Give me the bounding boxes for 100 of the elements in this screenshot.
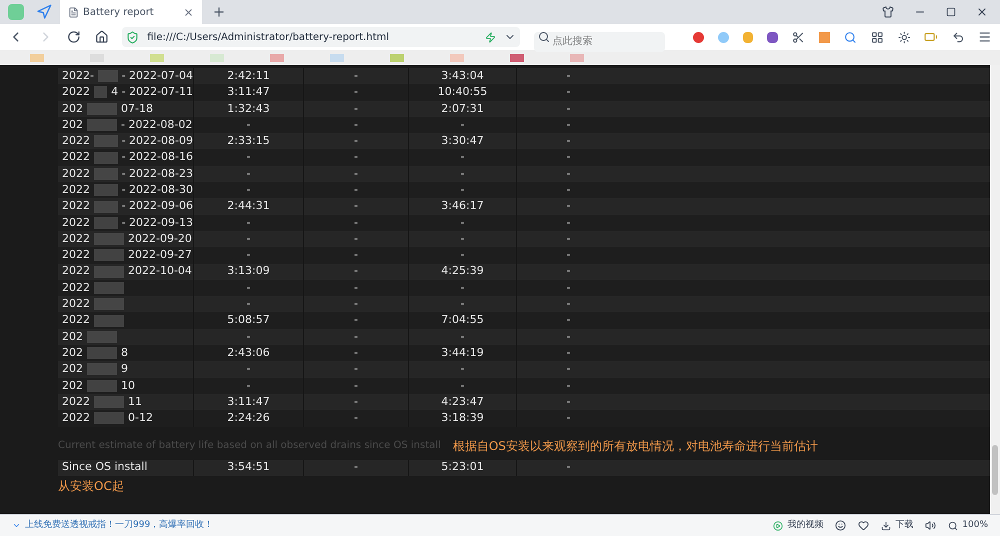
- zoom-icon: [948, 520, 958, 530]
- search-icon: [538, 31, 550, 43]
- table-cell-text: -: [460, 166, 464, 182]
- table-cell-text: 2022: [62, 166, 90, 182]
- redaction-blur: [94, 216, 118, 229]
- menu-icon[interactable]: [978, 30, 992, 44]
- table-cell-text: 2022: [62, 280, 90, 296]
- table-cell-text: 07-18: [121, 100, 153, 116]
- table-cell-text: -: [354, 214, 358, 231]
- table-cell-text: -: [566, 361, 570, 378]
- table-cell-text: - 2022-07-04: [122, 68, 193, 84]
- table-cell-text: -: [354, 84, 358, 100]
- table-cell-text: 2022: [62, 149, 90, 166]
- table-cell-text: 5:08:57: [227, 312, 270, 328]
- redaction-blur: [94, 152, 118, 164]
- table-cell-text: 2022-: [62, 68, 94, 84]
- table-cell-text: -: [566, 84, 570, 100]
- table-cell-text: -: [354, 198, 358, 214]
- table-cell-text: 2022: [62, 263, 90, 280]
- table-cell-text: -: [566, 116, 570, 133]
- table-cell-text: 3:44:19: [441, 344, 484, 361]
- table-cell-text: 4:23:47: [441, 394, 484, 410]
- download-button[interactable]: 下载: [881, 518, 914, 532]
- home-icon[interactable]: [94, 30, 108, 44]
- search-field[interactable]: 点此搜索: [534, 32, 666, 52]
- table-cell-text: -: [354, 344, 358, 361]
- table-cell-text: -: [460, 296, 464, 312]
- grid-icon[interactable]: [870, 30, 884, 44]
- table-cell-text: 2022: [62, 214, 90, 231]
- close-icon[interactable]: [976, 6, 988, 18]
- table-cell-text: - 2022-08-09: [122, 133, 193, 150]
- redaction-blur: [94, 282, 124, 294]
- table-cell-text: -: [566, 149, 570, 166]
- table-cell-text: -: [566, 230, 570, 247]
- redaction-blur: [87, 363, 117, 376]
- videos-button[interactable]: 我的视频: [773, 518, 824, 532]
- table-cell-text: -: [354, 410, 358, 426]
- table-cell-text: -: [566, 198, 570, 214]
- table-cell-text: 9: [121, 361, 128, 378]
- table-cell-text: -: [246, 361, 250, 378]
- search-icon[interactable]: [844, 30, 857, 44]
- table-cell-text: 2:24:26: [227, 410, 270, 426]
- table-cell-text: -: [566, 68, 570, 84]
- table-cell-text: -: [460, 149, 464, 166]
- table-cell-text: Since OS install: [62, 459, 148, 476]
- redaction-blur: [87, 119, 117, 132]
- table-cell-text: -: [566, 459, 570, 476]
- table-cell-text: 4 - 2022-07-11: [111, 84, 193, 100]
- table-cell-text: -: [354, 166, 358, 182]
- reload-icon[interactable]: [67, 30, 81, 44]
- annotation-text: 从安装OC起: [58, 478, 125, 495]
- table-cell-text: -: [354, 328, 358, 345]
- table-cell-text: -: [460, 328, 464, 345]
- zoom-button[interactable]: 100%: [948, 518, 988, 532]
- volume-icon[interactable]: [925, 520, 936, 531]
- table-cell-text: -: [460, 378, 464, 394]
- new-tab-icon[interactable]: [212, 5, 226, 19]
- table-cell-text: -: [460, 361, 464, 378]
- table-cell-text: 0-12: [128, 410, 153, 426]
- navigation-icon[interactable]: [36, 4, 52, 20]
- table-cell-text: -: [354, 100, 358, 116]
- redaction-blur: [94, 412, 124, 424]
- close-tab-icon[interactable]: [183, 6, 194, 18]
- table-cell-text: 2022-09-20: [128, 230, 192, 247]
- restore-icon[interactable]: [946, 7, 956, 17]
- table-cell-text: 2022: [62, 198, 90, 214]
- lightning-icon[interactable]: [485, 32, 496, 42]
- table-cell-text: -: [460, 182, 464, 198]
- table-cell-text: -: [246, 230, 250, 247]
- table-cell-text: 10:40:55: [438, 84, 488, 100]
- table-cell-text: 3:18:39: [441, 410, 484, 426]
- table-cell-text: -: [246, 280, 250, 296]
- table-cell-text: -: [354, 133, 358, 150]
- table-cell-text: -: [354, 459, 358, 476]
- skin-icon[interactable]: [882, 6, 894, 18]
- scissors-icon[interactable]: [792, 30, 805, 44]
- table-cell-text: -: [566, 344, 570, 361]
- brightness-icon[interactable]: [898, 30, 910, 44]
- table-cell-text: 11: [128, 394, 142, 410]
- table-cell-text: -: [246, 247, 250, 264]
- table-cell-text: -: [354, 296, 358, 312]
- undo-icon[interactable]: [952, 30, 964, 44]
- smile-icon[interactable]: [835, 520, 846, 531]
- table-cell-text: -: [566, 312, 570, 328]
- table-cell-text: -: [354, 68, 358, 84]
- table-cell-text: -: [246, 328, 250, 345]
- table-cell-text: - 2022-09-13: [122, 214, 193, 231]
- table-cell-text: -: [566, 247, 570, 264]
- table-cell-text: 8: [121, 344, 128, 361]
- redaction-blur: [94, 168, 118, 180]
- table-cell-text: -: [354, 116, 358, 133]
- table-cell-text: -: [354, 149, 358, 166]
- collapse-icon[interactable]: [12, 521, 21, 530]
- ad-link[interactable]: 上线免费送透视戒指！一刀999，高爆率回收！: [25, 518, 214, 532]
- table-cell-text: -: [354, 378, 358, 394]
- redaction-blur: [87, 380, 117, 392]
- table-cell-text: 2022: [62, 182, 90, 198]
- address-field[interactable]: file:///C:/Users/Administrator/battery-report.html: [122, 27, 520, 47]
- heart-icon[interactable]: [858, 520, 870, 531]
- browser-tab[interactable]: Battery report: [60, 0, 202, 24]
